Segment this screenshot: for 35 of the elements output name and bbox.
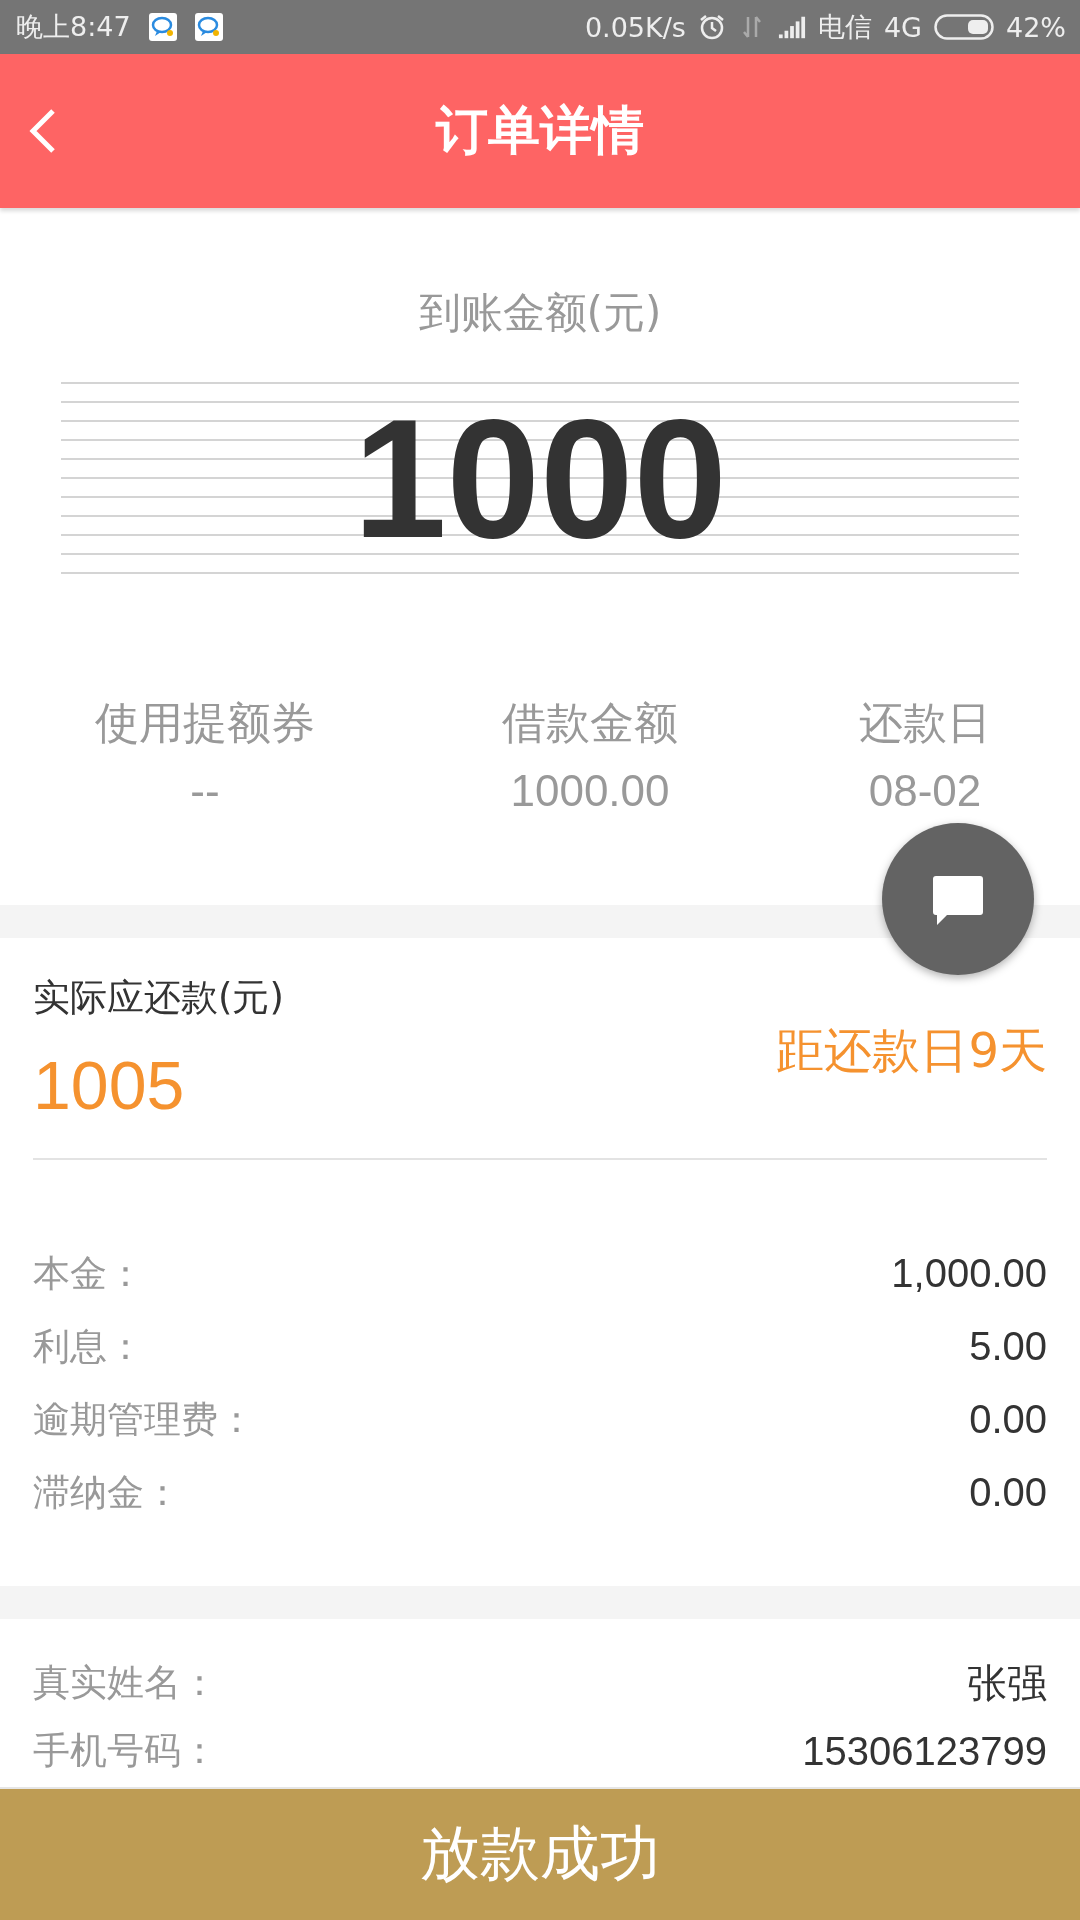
carrier-name: 电信 <box>817 10 872 44</box>
received-label: 到账金额(元) <box>417 288 663 338</box>
info-label: 真实姓名： <box>33 1660 218 1706</box>
battery-icon <box>934 14 994 40</box>
countdown-text: 距还款日9天 <box>776 1021 1047 1080</box>
battery-percent: 42% <box>1006 11 1066 43</box>
fee-label: 滞纳金： <box>33 1469 181 1516</box>
fee-label: 逾期管理费： <box>33 1396 255 1443</box>
repayment-amount: 1005 <box>33 1046 186 1125</box>
fee-value: 1,000.00 <box>891 1251 1047 1296</box>
fee-value: 0.00 <box>969 1397 1047 1442</box>
fee-label: 本金： <box>33 1250 144 1297</box>
info-value: 15306123799 <box>802 1728 1047 1774</box>
received-amount: 1000 <box>353 384 727 575</box>
stat-value: -- <box>190 765 220 817</box>
chat-app-icon <box>194 13 223 41</box>
stat-label: 还款日 <box>859 696 991 750</box>
chat-button[interactable] <box>881 822 1035 976</box>
page-title: 订单详情 <box>436 99 644 162</box>
fee-value: 0.00 <box>969 1470 1047 1515</box>
status-time: 晚上8:47 <box>16 10 131 44</box>
repayment-label: 实际应还款(元) <box>33 976 284 1020</box>
back-icon[interactable] <box>28 108 58 154</box>
stat-value: 1000.00 <box>510 765 670 817</box>
info-value: 张强 <box>967 1659 1047 1707</box>
stat-label: 借款金额 <box>502 696 678 750</box>
stat-value: 08-02 <box>868 765 982 817</box>
info-label: 手机号码： <box>33 1728 218 1774</box>
network-type: 4G <box>883 11 922 43</box>
chat-app-icon <box>148 13 177 41</box>
fee-value: 5.00 <box>969 1324 1047 1369</box>
loan-status-button[interactable]: 放款成功 <box>0 1787 1080 1920</box>
network-speed: 0.05K/s <box>584 11 686 43</box>
stat-label: 使用提额券 <box>95 696 315 750</box>
fee-label: 利息： <box>33 1323 144 1370</box>
